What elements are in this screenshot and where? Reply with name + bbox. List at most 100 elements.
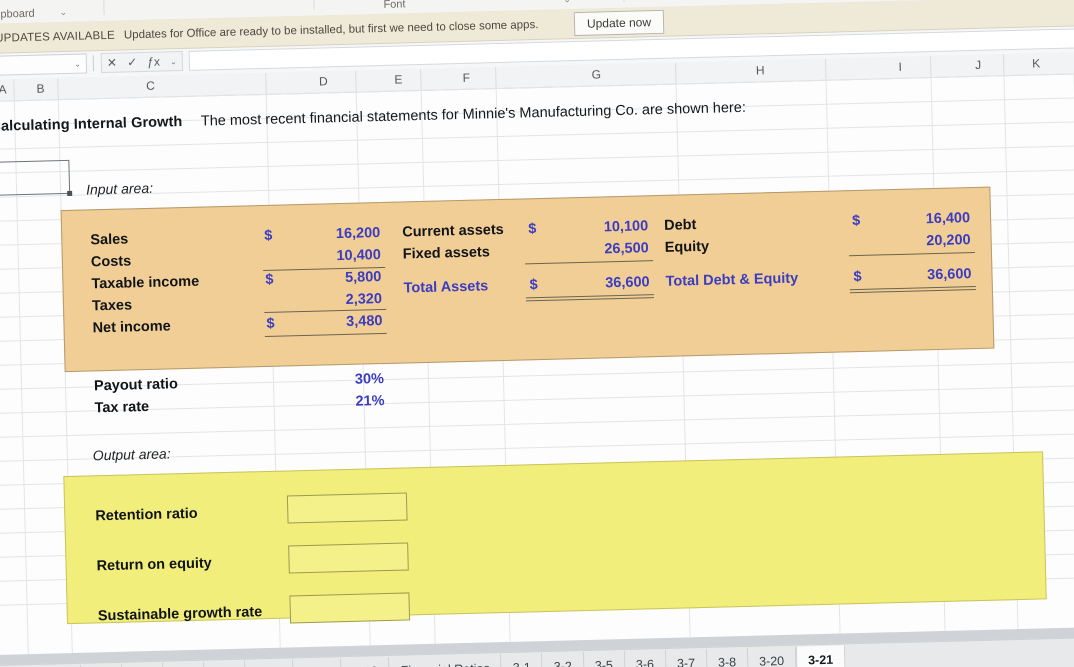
- column-divider: [420, 68, 422, 90]
- row-label-taxable-income: Taxable income: [91, 273, 200, 293]
- column-header-i[interactable]: I: [887, 60, 913, 75]
- sheet-tab-2-18[interactable]: 2-18: [341, 656, 391, 667]
- font-dialog-launcher-icon[interactable]: ⌄: [563, 0, 571, 5]
- column-divider: [929, 56, 932, 78]
- column-divider: [57, 78, 59, 100]
- sheet-tab-3-6[interactable]: 3-6: [624, 649, 667, 667]
- row-label-return-on-equity: Return on equity: [96, 555, 212, 575]
- sheet-tab-2-15[interactable]: 2-15: [293, 657, 343, 667]
- insert-function-icon[interactable]: ƒx: [147, 55, 160, 69]
- sheet-tab-2-8[interactable]: 2-8: [204, 660, 247, 667]
- chevron-down-icon[interactable]: ⌄: [170, 57, 177, 66]
- ribbon-group-clipboard-label: Clipboard: [0, 7, 35, 21]
- sheet-tab-2-2[interactable]: 2-2: [81, 663, 123, 667]
- currency-symbol-sales: $: [264, 227, 273, 244]
- sheet-tab-financial-ratios[interactable]: Financial Ratios: [389, 653, 503, 667]
- update-now-button[interactable]: Update now: [573, 9, 665, 37]
- output-area-label: Output area:: [92, 445, 171, 464]
- value-current-assets: 10,100: [603, 218, 649, 236]
- row-label-payout-ratio: Payout ratio: [93, 376, 179, 395]
- sheet-tab-3-8[interactable]: 3-8: [706, 647, 749, 667]
- value-total-debt-equity: 36,600: [926, 266, 972, 284]
- column-header-d[interactable]: D: [310, 74, 336, 89]
- column-divider: [675, 62, 677, 84]
- value-net-income: 3,480: [346, 313, 383, 330]
- assets-total-rule: [525, 294, 654, 299]
- row-label-net-income: Net income: [92, 318, 171, 337]
- column-header-j[interactable]: J: [965, 58, 991, 73]
- sheet-tab-3-20[interactable]: 3-20: [747, 646, 797, 667]
- row-label-total-assets: Total Assets: [403, 278, 489, 297]
- column-header-c[interactable]: C: [137, 78, 163, 93]
- input-sustainable-growth-rate[interactable]: [289, 592, 411, 624]
- column-header-g[interactable]: G: [583, 67, 609, 82]
- value-payout-ratio: 30%: [354, 371, 385, 388]
- column-divider: [265, 72, 267, 94]
- input-area-label: Input area:: [85, 179, 154, 198]
- formula-bar-buttons: ✕ ✓ ƒx ⌄: [100, 51, 184, 74]
- row-label-debt: Debt: [663, 217, 697, 234]
- worksheet: A B C D E F G H I J K Calculating Intern…: [0, 51, 1074, 656]
- value-equity: 20,200: [926, 232, 971, 250]
- column-divider: [355, 70, 357, 92]
- row-label-total-debt-equity: Total Debt & Equity: [665, 270, 799, 290]
- excel-screenshot-photo: Clipboard ⌄ Font ⌄ i UPDATES AVAILABLE U…: [0, 0, 1074, 667]
- sheet-tab-2-7[interactable]: 2-7: [163, 661, 206, 667]
- value-debt: 16,400: [925, 210, 971, 228]
- value-taxes: 2,320: [345, 291, 383, 308]
- column-header-k[interactable]: K: [1023, 56, 1049, 71]
- clipboard-dialog-launcher-icon[interactable]: ⌄: [59, 7, 67, 18]
- total-rule: [264, 332, 387, 338]
- confirm-check-icon[interactable]: ✓: [127, 55, 137, 69]
- output-area-panel: Retention ratio Return on equity Sustain…: [63, 451, 1047, 624]
- column-header-h[interactable]: H: [747, 63, 773, 78]
- input-area-panel: Sales Costs Taxable income Taxes Net inc…: [60, 186, 995, 416]
- liabilities-subtotal-rule: [848, 252, 975, 257]
- value-tax-rate: 21%: [355, 393, 385, 410]
- formula-bar-divider: [92, 55, 95, 72]
- currency-symbol-current-assets: $: [528, 221, 537, 238]
- column-divider: [1002, 54, 1005, 76]
- row-label-tax-rate: Tax rate: [94, 398, 150, 417]
- name-box[interactable]: ⌄: [0, 53, 88, 77]
- value-costs: 10,400: [336, 247, 382, 265]
- row-label-current-assets: Current assets: [402, 221, 504, 241]
- value-fixed-assets: 26,500: [604, 240, 649, 258]
- currency-symbol-net-income: $: [266, 315, 275, 332]
- currency-symbol-debt: $: [851, 212, 861, 230]
- column-divider: [824, 58, 827, 80]
- row-label-taxes: Taxes: [91, 297, 133, 315]
- sheet-tab-3-21[interactable]: 3-21: [795, 644, 846, 667]
- assets-subtotal-rule: [525, 260, 654, 265]
- ribbon-divider: [102, 0, 105, 15]
- ribbon-group-font-label: Font: [383, 0, 406, 11]
- input-return-on-equity[interactable]: [288, 542, 409, 574]
- row-label-retention-ratio: Retention ratio: [95, 505, 198, 525]
- column-divider: [495, 67, 497, 89]
- ribbon-divider: [622, 0, 625, 2]
- value-total-assets: 36,600: [605, 274, 650, 292]
- currency-symbol-total-assets: $: [529, 277, 538, 294]
- sheet-tab-3-5[interactable]: 3-5: [583, 650, 626, 667]
- selected-cell[interactable]: [0, 159, 71, 197]
- input-retention-ratio[interactable]: [286, 492, 408, 524]
- cancel-icon[interactable]: ✕: [107, 56, 117, 70]
- value-sales: 16,200: [335, 225, 381, 243]
- row-label-costs: Costs: [90, 253, 132, 271]
- column-header-b[interactable]: B: [27, 81, 53, 96]
- row-label-equity: Equity: [664, 238, 710, 256]
- chevron-down-icon[interactable]: ⌄: [74, 59, 81, 68]
- row-label-fixed-assets: Fixed assets: [402, 244, 491, 263]
- column-header-f[interactable]: F: [453, 71, 479, 86]
- sheet-tab-2-3[interactable]: 2-3: [122, 662, 165, 667]
- update-banner-message: Updates for Office are ready to be insta…: [123, 18, 539, 41]
- skewed-ui-wrapper: Clipboard ⌄ Font ⌄ i UPDATES AVAILABLE U…: [0, 0, 1074, 667]
- sheet-tab-2-14[interactable]: 2-14: [245, 658, 295, 667]
- sheet-tab-3-1[interactable]: 3-1: [501, 652, 544, 667]
- row-label-sales: Sales: [90, 231, 129, 249]
- update-banner-title: UPDATES AVAILABLE: [0, 29, 116, 45]
- ribbon-divider: [312, 0, 315, 10]
- sheet-tab-3-7[interactable]: 3-7: [665, 648, 708, 667]
- column-header-e[interactable]: E: [385, 72, 411, 87]
- sheet-tab-3-2[interactable]: 3-2: [542, 651, 585, 667]
